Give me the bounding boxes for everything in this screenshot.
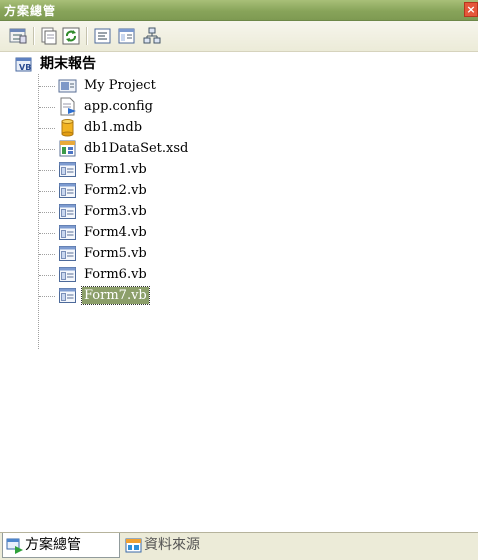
panel-tabs: 方案總管 資料來源 [0,532,478,560]
form-icon [59,183,76,198]
tree-item-label: Form1.vb [84,162,147,177]
tree-connector [39,254,55,255]
view-code-button[interactable] [94,27,112,45]
tree-connector [39,212,55,213]
form-icon [59,204,76,219]
database-icon [61,119,74,137]
tree-item-label: Form4.vb [84,225,147,240]
solution-explorer-icon [6,538,23,554]
refresh-icon [62,27,80,45]
tab-label: 資料來源 [144,537,200,553]
tab-solution-explorer[interactable]: 方案總管 [2,533,120,558]
class-diagram-icon [143,27,161,44]
tree-connector [39,191,55,192]
form-icon [59,267,76,282]
tree-item-label: Form5.vb [84,246,147,261]
window-title: 方案總管 [4,4,57,18]
dataset-icon [59,140,76,157]
tree-root-label: 期末報告 [40,56,96,72]
tree-connector [39,86,55,87]
form-icon [59,225,76,240]
properties-icon [9,28,27,44]
tree-connector [39,128,55,129]
tree-connector [39,296,55,297]
tree-item-label: Form3.vb [84,204,147,219]
title-bar: 方案總管 × [0,0,478,21]
show-all-files-icon [41,27,57,45]
tree-item-label: My Project [84,78,156,93]
form-icon [59,162,76,177]
view-designer-button[interactable] [118,27,136,45]
tree-item-label: Form6.vb [84,267,147,282]
close-icon: × [466,3,476,16]
solution-tree: VB 期末報告 My Project app.config db1.mdb db… [0,52,478,526]
tree-connector [39,107,55,108]
tree-connector [39,170,55,171]
view-designer-icon [118,28,135,44]
view-code-icon [94,28,111,44]
form-icon [59,288,76,303]
vb-project-icon: VB [15,57,32,72]
svg-text:VB: VB [19,63,31,72]
tree-item-label: Form7.vb [81,286,150,305]
tree-item-label: app.config [84,99,153,114]
form-icon [59,246,76,261]
my-project-icon [58,79,77,93]
tab-data-sources[interactable]: 資料來源 [122,533,232,558]
data-sources-icon [125,538,142,553]
properties-button[interactable] [9,27,27,45]
close-button[interactable]: × [464,2,478,17]
tab-label: 方案總管 [25,537,81,553]
tree-item-label: Form2.vb [84,183,147,198]
toolbar [0,21,478,52]
show-all-files-button[interactable] [40,27,58,45]
tree-connector [39,233,55,234]
tree-connector [39,275,55,276]
config-file-icon [60,97,76,116]
tree-item-label: db1.mdb [84,120,143,135]
class-diagram-button[interactable] [143,27,161,45]
tree-item-label: db1DataSet.xsd [84,141,189,156]
refresh-button[interactable] [62,27,80,45]
tree-connector [39,149,55,150]
toolbar-separator [86,27,87,45]
toolbar-separator [33,27,34,45]
